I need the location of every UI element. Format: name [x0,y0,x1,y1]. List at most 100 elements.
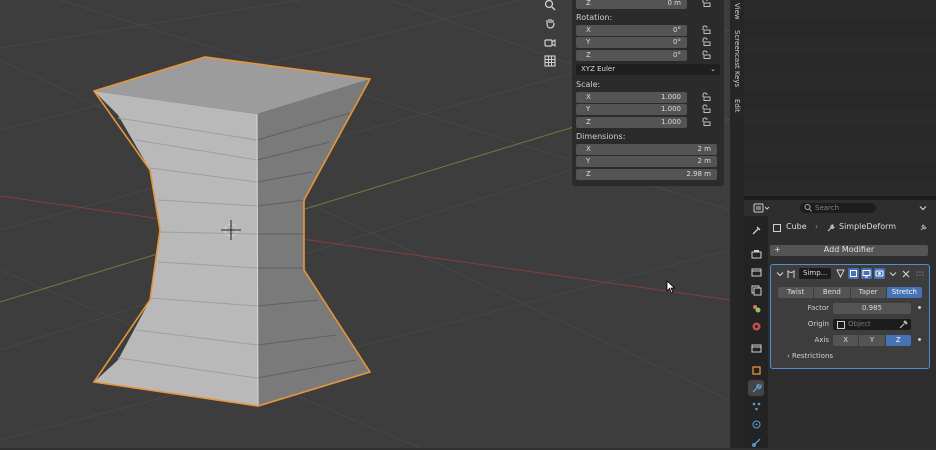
axis-row: Axis X Y Z [771,335,929,346]
list-item[interactable] [744,72,936,90]
world-icon[interactable] [748,318,764,334]
modifier-wrench-icon[interactable] [748,380,764,396]
transform-panel: Z 0 m Rotation: X 0° Y 0° Z 0° XYZ Euler ⌄ … [572,0,724,186]
axis-z-button[interactable]: Z [885,335,911,346]
breadcrumb-modifier: SimpleDeform [839,222,897,231]
restrictions-subpanel[interactable]: › Restrictions [787,352,833,360]
viewport-display-icon[interactable] [861,268,872,279]
list-item[interactable] [744,162,936,180]
tab-view[interactable]: View [730,0,744,22]
list-item[interactable] [744,18,936,36]
factor-label: Factor [807,304,829,312]
output-icon[interactable] [748,264,764,280]
list-item[interactable] [744,108,936,126]
mode-stretch-button[interactable]: Stretch [886,287,922,298]
zoom-icon[interactable] [540,0,560,14]
chevron-right-icon: › [787,352,790,360]
x-axis-line [0,195,730,301]
origin-object-field[interactable]: Object [833,319,911,330]
editor-type-icon[interactable] [753,203,771,213]
list-item[interactable] [744,36,936,54]
physics-icon[interactable] [748,416,764,432]
dimension-x-field[interactable]: X2 m [576,144,717,155]
breadcrumb-separator-icon: › [815,222,819,231]
mode-twist-button[interactable]: Twist [778,287,815,298]
search-input[interactable]: Search [800,203,876,213]
deform-mode-selector: Twist Bend Taper Stretch [778,287,922,298]
factor-field[interactable]: 0.985 [833,303,911,314]
scale-label: Scale: [576,80,601,89]
rotation-label: Rotation: [576,13,613,22]
render-camera-icon[interactable] [874,268,885,279]
object-icon[interactable] [748,362,764,378]
list-item[interactable] [744,126,936,144]
axis-x-button[interactable]: X [833,335,860,346]
tab-edit[interactable]: Edit [730,96,744,116]
keyframe-dot-icon[interactable] [918,338,921,341]
mode-bend-button[interactable]: Bend [814,287,851,298]
lock-icon[interactable] [701,50,711,59]
rotation-z-field[interactable]: Z 0° [576,50,687,61]
modifier-name-field[interactable]: Simp... [799,268,831,279]
lock-icon[interactable] [701,25,711,34]
lock-icon[interactable] [701,104,711,113]
3d-viewport[interactable]: Z 0 m Rotation: X 0° Y 0° Z 0° XYZ Euler ⌄ … [0,0,730,448]
lock-icon[interactable] [701,0,711,7]
list-item[interactable] [744,54,936,72]
chevron-down-icon[interactable] [918,203,928,213]
scale-y-field[interactable]: Y 1.000 [576,104,687,115]
chevron-down-icon[interactable] [888,269,898,279]
object-icon [837,321,845,329]
dimension-z-field[interactable]: Z 2.98 m [576,169,717,180]
mode-taper-button[interactable]: Taper [850,287,887,298]
rotation-x-field[interactable]: X 0° [576,25,687,36]
camera-view-icon[interactable] [540,33,560,51]
origin-row: Origin Object [771,319,929,330]
list-item[interactable] [744,90,936,108]
list-item[interactable] [744,144,936,162]
dimension-y-field[interactable]: Y2 m [576,156,717,167]
tab-screencast-keys[interactable]: Screencast Keys [730,28,744,90]
collection-icon[interactable] [748,340,764,356]
properties-tabs [744,216,768,448]
pin-icon[interactable] [918,223,928,233]
on-cage-toggle-icon[interactable] [848,268,859,279]
grid-view-icon[interactable] [540,52,560,70]
close-icon[interactable] [901,269,911,279]
simple-deform-icon [787,269,795,278]
scale-x-field[interactable]: X 1.000 [576,92,687,103]
object-icon [773,224,781,232]
keyframe-dot-icon[interactable] [918,306,921,309]
lock-icon[interactable] [701,37,711,46]
location-z-field[interactable]: Z 0 m [576,0,687,9]
chevron-down-icon[interactable] [776,270,784,278]
outliner[interactable] [744,0,936,198]
properties-editor: Cube › SimpleDeform + Add Modifier Simp.… [768,216,936,448]
deformed-cube-mesh[interactable] [92,56,372,407]
view-layer-icon[interactable] [748,282,764,298]
axis-label: Axis [814,336,829,344]
mouse-cursor-icon [666,280,676,294]
add-modifier-button[interactable]: + Add Modifier [770,245,928,256]
lock-icon[interactable] [701,117,711,126]
drag-handle-icon[interactable] [915,269,925,279]
particles-icon[interactable] [748,398,764,414]
breadcrumb-object: Cube [786,222,807,231]
chevron-down-icon: ⌄ [710,65,716,73]
tool-icon[interactable] [748,222,764,238]
modifier-panel: Simp... Twist Bend Taper Stretch Factor … [770,264,930,369]
scene-icon[interactable] [748,300,764,316]
rotation-mode-dropdown[interactable]: XYZ Euler ⌄ [576,64,720,75]
rotation-y-field[interactable]: Y 0° [576,37,687,48]
search-icon [804,204,812,212]
axis-y-button[interactable]: Y [859,335,886,346]
modifier-wrench-icon [827,224,835,232]
list-item[interactable] [744,0,936,18]
lock-icon[interactable] [701,92,711,101]
edit-mode-toggle-icon[interactable] [835,268,846,279]
axis-selector: X Y Z [833,335,911,346]
scale-z-field[interactable]: Z 1.000 [576,117,687,128]
eyedropper-icon[interactable] [899,320,908,329]
render-icon[interactable] [748,246,764,262]
pan-hand-icon[interactable] [540,14,560,32]
